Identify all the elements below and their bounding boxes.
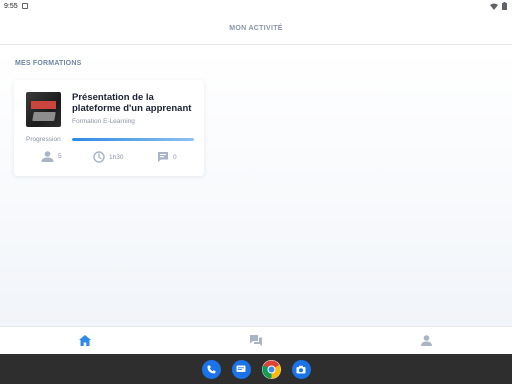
course-thumbnail: [26, 92, 61, 127]
nav-profile[interactable]: [341, 327, 512, 354]
comment-icon: [158, 152, 168, 162]
wifi-icon: [490, 3, 498, 10]
battery-icon: [502, 2, 507, 10]
course-subtitle: Formation E-Learning: [72, 118, 135, 125]
camera-app[interactable]: [291, 359, 311, 379]
messages-app[interactable]: [231, 359, 251, 379]
duration-stat: 1h30: [93, 151, 123, 163]
nav-home[interactable]: [0, 327, 171, 354]
progress-label: Progression: [26, 136, 61, 143]
nav-messages[interactable]: [171, 327, 342, 354]
learners-count: 5: [58, 153, 62, 160]
clock-icon: [93, 151, 105, 163]
chrome-icon: [261, 360, 281, 378]
comments-count: 0: [173, 153, 177, 161]
phone-icon: [207, 365, 215, 373]
progress-fill: [72, 138, 194, 141]
status-right: [490, 2, 507, 10]
system-dock: [0, 354, 512, 384]
home-icon: [79, 335, 92, 346]
learners-stat: 5: [41, 151, 62, 162]
camera-icon: [296, 365, 306, 373]
progress-bar: [72, 138, 194, 141]
thumbnail-laptop: [32, 112, 56, 121]
status-time: 9:55: [4, 2, 18, 10]
course-title: Présentation de la plateforme d'un appre…: [72, 92, 192, 114]
profile-icon: [421, 335, 433, 346]
person-icon: [41, 151, 54, 162]
status-bar: 9:55: [0, 0, 512, 12]
chrome-app[interactable]: [261, 359, 281, 379]
course-card[interactable]: Présentation de la plateforme d'un appre…: [14, 80, 204, 176]
thumbnail-banner: [31, 101, 56, 109]
comments-stat: 0: [157, 151, 177, 163]
bottom-nav: [0, 326, 512, 354]
phone-app[interactable]: [201, 359, 221, 379]
messages-icon: [236, 365, 246, 372]
duration-value: 1h30: [109, 153, 124, 161]
app-header: MON ACTIVITÉ: [0, 12, 512, 45]
main-content: MES FORMATIONS Présentation de la platef…: [0, 46, 512, 326]
notification-icon: [21, 3, 28, 9]
chat-icon: [250, 335, 262, 346]
page-title: MON ACTIVITÉ: [229, 24, 283, 32]
status-left: 9:55: [4, 3, 28, 10]
section-title: MES FORMATIONS: [15, 60, 82, 67]
